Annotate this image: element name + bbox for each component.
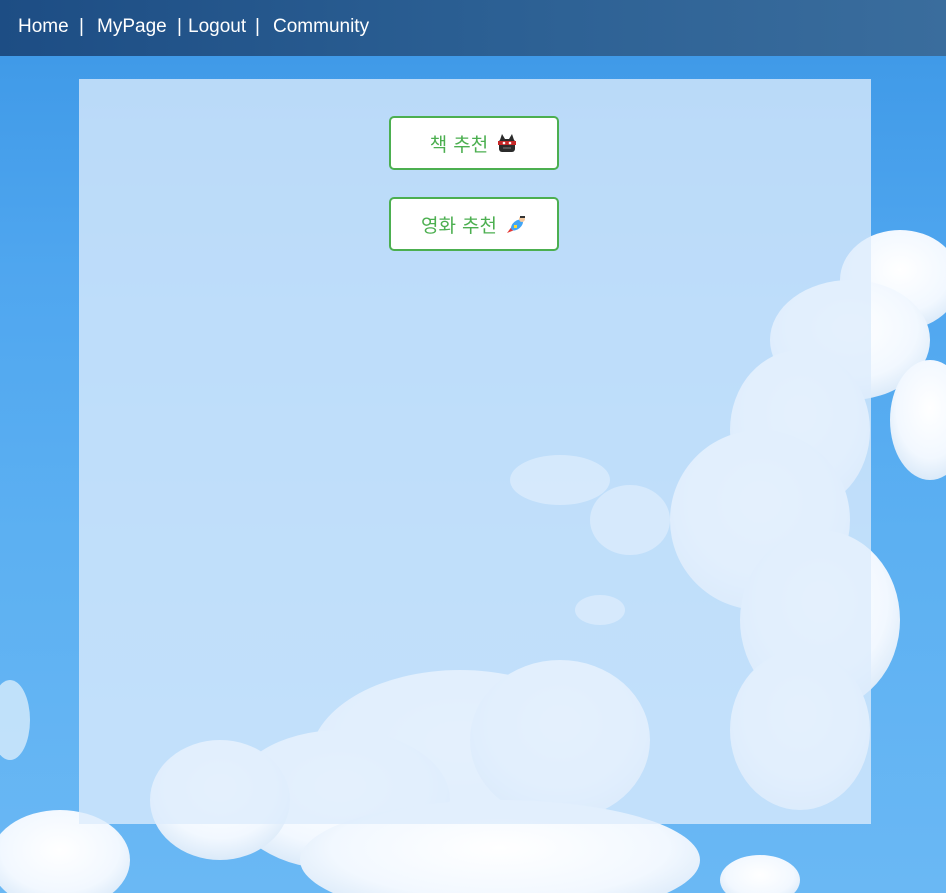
nav-mypage-link[interactable]: MyPage bbox=[97, 16, 167, 38]
book-recommend-button[interactable]: 책 추천 bbox=[389, 116, 559, 170]
movie-recommend-button[interactable]: 영화 추천 bbox=[389, 197, 559, 251]
movie-recommend-label: 영화 추천 bbox=[421, 214, 497, 237]
top-navbar: Home | MyPage | Logout | Community bbox=[0, 0, 946, 56]
nav-separator: | bbox=[79, 16, 84, 37]
superhero-icon bbox=[506, 216, 525, 233]
nav-logout-link[interactable]: Logout bbox=[188, 16, 246, 38]
nav-community-link[interactable]: Community bbox=[273, 16, 369, 38]
nav-home-link[interactable]: Home bbox=[18, 16, 69, 38]
book-recommend-label: 책 추천 bbox=[429, 133, 489, 156]
content-panel: 책 추천 영화 추천 bbox=[79, 79, 871, 824]
nav-separator: | bbox=[255, 16, 260, 37]
ninja-cat-icon bbox=[498, 134, 517, 152]
nav-separator: | bbox=[177, 16, 182, 37]
